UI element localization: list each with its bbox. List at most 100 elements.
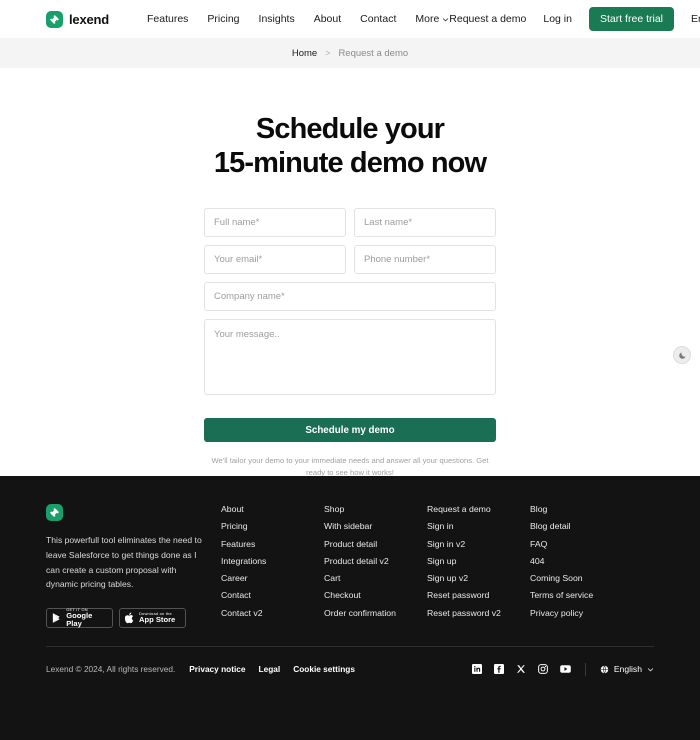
- footer-link-with-sidebar[interactable]: With sidebar: [324, 521, 427, 531]
- footer-link-cart[interactable]: Cart: [324, 573, 427, 583]
- linkedin-icon[interactable]: [472, 664, 483, 675]
- demo-request-form: Schedule my demo: [204, 208, 496, 443]
- footer-link-blog-detail[interactable]: Blog detail: [530, 521, 633, 531]
- footer-column-shop: Shop With sidebar Product detail Product…: [324, 504, 427, 628]
- nav-label: About: [313, 13, 342, 25]
- footer-link-sign-in[interactable]: Sign in: [427, 521, 530, 531]
- phone-input[interactable]: [354, 245, 496, 275]
- cookie-settings-link[interactable]: Cookie settings: [293, 664, 355, 674]
- primary-nav: Features Pricing Insights About Contact …: [147, 13, 449, 25]
- moon-icon: [678, 352, 685, 359]
- google-play-icon: [52, 613, 60, 624]
- brand-name: lexend: [69, 11, 109, 27]
- form-row-company: [204, 282, 496, 312]
- nav-item-about[interactable]: About: [314, 13, 341, 25]
- footer-link-columns: About Pricing Features Integrations Care…: [221, 504, 654, 628]
- footer-link-404[interactable]: 404: [530, 556, 633, 566]
- footer-brand-block: This powerfull tool eliminates the need …: [46, 504, 221, 629]
- footer-column-company: About Pricing Features Integrations Care…: [221, 504, 324, 628]
- chevron-down-icon: [647, 667, 654, 672]
- footer-link-contact-v2[interactable]: Contact v2: [221, 608, 324, 618]
- language-selector-header[interactable]: En: [691, 13, 700, 25]
- youtube-icon[interactable]: [560, 664, 571, 675]
- nav-label: Features: [146, 13, 189, 25]
- footer-link-integrations[interactable]: Integrations: [221, 556, 324, 566]
- site-header: lexend Features Pricing Insights About C…: [0, 0, 700, 38]
- footer-bottom-bar: Lexend © 2024, All rights reserved. Priv…: [46, 647, 654, 691]
- last-name-input[interactable]: [354, 208, 496, 238]
- google-play-badge[interactable]: GET IT ON Google Play: [46, 608, 113, 629]
- nav-label: Insights: [258, 13, 295, 25]
- x-icon[interactable]: [516, 664, 527, 675]
- footer-link-faq[interactable]: FAQ: [530, 539, 633, 549]
- footer-link-product-detail[interactable]: Product detail: [324, 539, 427, 549]
- footer-link-features[interactable]: Features: [221, 539, 324, 549]
- login-link[interactable]: Log in: [543, 13, 572, 25]
- footer-description: This powerfull tool eliminates the need …: [46, 535, 202, 590]
- footer-link-privacy-policy[interactable]: Privacy policy: [530, 608, 633, 618]
- legal-link[interactable]: Legal: [259, 664, 281, 674]
- breadcrumb: Home > Request a demo: [0, 38, 700, 68]
- footer-link-checkout[interactable]: Checkout: [324, 590, 427, 600]
- footer-link-coming-soon[interactable]: Coming Soon: [530, 573, 633, 583]
- nav-item-contact[interactable]: Contact: [360, 13, 396, 25]
- company-input[interactable]: [204, 282, 496, 312]
- page-title-line1: Schedule your: [255, 113, 445, 145]
- apple-icon: [125, 612, 134, 624]
- footer-link-contact[interactable]: Contact: [221, 590, 324, 600]
- legal-links: Privacy notice Legal Cookie settings: [189, 664, 355, 674]
- email-input[interactable]: [204, 245, 346, 275]
- footer-link-request-a-demo[interactable]: Request a demo: [427, 504, 530, 514]
- footer-link-sign-up[interactable]: Sign up: [427, 556, 530, 566]
- footer-link-sign-in-v2[interactable]: Sign in v2: [427, 539, 530, 549]
- brand-logo[interactable]: lexend: [46, 10, 109, 28]
- footer-link-reset-password[interactable]: Reset password: [427, 590, 530, 600]
- breadcrumb-home[interactable]: Home: [292, 48, 317, 59]
- footer-link-product-detail-v2[interactable]: Product detail v2: [324, 556, 427, 566]
- badge-large-text: App Store: [139, 615, 176, 625]
- app-store-badge[interactable]: Download on the App Store: [119, 608, 186, 629]
- language-label: English: [613, 664, 642, 675]
- footer-link-career[interactable]: Career: [221, 573, 324, 583]
- app-store-text: Download on the App Store: [139, 611, 176, 625]
- language-label: En: [691, 13, 700, 25]
- nav-item-pricing[interactable]: Pricing: [207, 13, 239, 25]
- breadcrumb-separator-icon: >: [325, 48, 331, 58]
- footer-link-terms-of-service[interactable]: Terms of service: [530, 590, 633, 600]
- nav-item-insights[interactable]: Insights: [259, 13, 295, 25]
- form-row-contact: [204, 245, 496, 275]
- language-selector-footer[interactable]: English: [600, 664, 654, 674]
- footer-link-reset-password-v2[interactable]: Reset password v2: [427, 608, 530, 618]
- footer-link-sign-up-v2[interactable]: Sign up v2: [427, 573, 530, 583]
- badge-large-text: Google Play: [66, 611, 93, 629]
- breadcrumb-current: Request a demo: [338, 47, 409, 59]
- nav-item-features[interactable]: Features: [147, 13, 188, 25]
- request-demo-link[interactable]: Request a demo: [449, 13, 526, 25]
- globe-icon: [600, 665, 609, 674]
- instagram-icon[interactable]: [538, 664, 549, 675]
- dark-mode-toggle-button[interactable]: [673, 346, 691, 364]
- full-name-input[interactable]: [204, 208, 346, 238]
- footer-link-order-confirmation[interactable]: Order confirmation: [324, 608, 427, 618]
- start-free-trial-button[interactable]: Start free trial: [588, 7, 674, 31]
- footer-divider-vertical: [584, 662, 586, 676]
- footer-column-account: Request a demo Sign in Sign in v2 Sign u…: [427, 504, 530, 628]
- message-textarea[interactable]: [204, 319, 496, 396]
- plus-logo-icon: [46, 10, 63, 28]
- page-title: Schedule your 15-minute demo now: [214, 113, 487, 180]
- footer-link-shop[interactable]: Shop: [324, 504, 427, 514]
- facebook-icon[interactable]: [494, 664, 505, 675]
- plus-logo-icon: [46, 504, 63, 521]
- app-store-badges: GET IT ON Google Play Download on the Ap…: [46, 608, 207, 629]
- nav-label: Contact: [360, 13, 397, 25]
- schedule-demo-submit-button[interactable]: Schedule my demo: [204, 418, 496, 443]
- footer-column-resources: Blog Blog detail FAQ 404 Coming Soon Ter…: [530, 504, 633, 628]
- google-play-text: GET IT ON Google Play: [66, 608, 107, 628]
- footer-link-about[interactable]: About: [221, 504, 324, 514]
- footer-link-pricing[interactable]: Pricing: [221, 521, 324, 531]
- footer-link-blog[interactable]: Blog: [530, 504, 633, 514]
- nav-item-more[interactable]: More: [415, 13, 449, 25]
- privacy-notice-link[interactable]: Privacy notice: [189, 664, 245, 674]
- chevron-down-icon: [443, 17, 449, 21]
- footer-top: This powerfull tool eliminates the need …: [46, 504, 654, 629]
